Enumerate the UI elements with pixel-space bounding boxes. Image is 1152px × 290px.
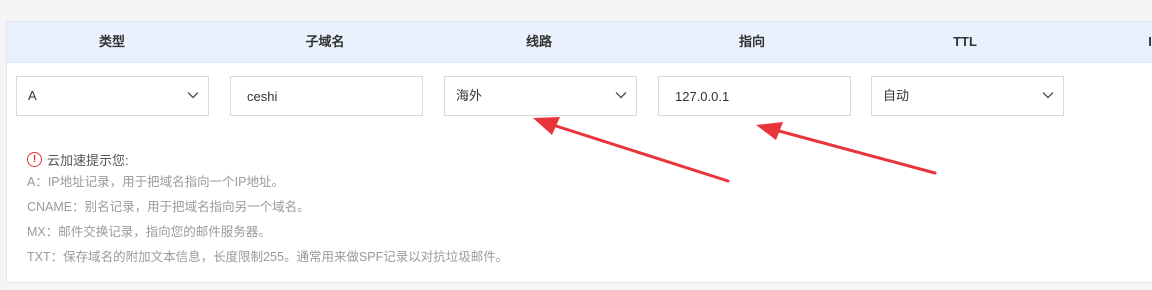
tip-txt-record: TXT：保存域名的附加文本信息，长度限制255。通常用来做SPF记录以对抗垃圾邮…: [27, 250, 509, 264]
column-header-partial: I: [1148, 34, 1152, 49]
exclamation-circle-icon: !: [27, 151, 42, 167]
tips-title-row: ! 云加速提示您:: [27, 151, 508, 168]
type-select[interactable]: A: [16, 76, 209, 116]
tip-cname-record: CNAME：别名记录，用于把域名指向另一个域名。: [27, 200, 310, 214]
column-header-target: 指向: [738, 34, 765, 49]
ttl-select-value: 自动: [883, 88, 910, 103]
tips-section: ! 云加速提示您: A：IP地址记录，用于把域名指向一个IP地址。 CNAME：…: [27, 151, 508, 270]
tips-title: 云加速提示您:: [47, 152, 129, 168]
column-header-line: 线路: [525, 34, 552, 49]
column-header-ttl: TTL: [953, 34, 977, 49]
line-select-value: 海外: [456, 88, 483, 103]
target-input[interactable]: [658, 76, 851, 116]
subdomain-input[interactable]: [230, 76, 423, 116]
tip-mx-record: MX：邮件交换记录，指向您的邮件服务器。: [27, 225, 271, 239]
tip-a-record: A：IP地址记录，用于把域名指向一个IP地址。: [27, 175, 284, 189]
column-header-subdomain: 子域名: [305, 34, 345, 49]
ttl-select[interactable]: 自动: [871, 76, 1064, 116]
target-field[interactable]: [659, 77, 850, 115]
line-select[interactable]: 海外: [444, 76, 637, 116]
column-header-type: 类型: [98, 34, 125, 49]
type-select-value: A: [28, 88, 37, 103]
chevron-down-icon: [1042, 92, 1054, 99]
tips-list: A：IP地址记录，用于把域名指向一个IP地址。 CNAME：别名记录，用于把域名…: [27, 170, 508, 270]
subdomain-field[interactable]: [231, 77, 422, 115]
table-header-row: 类型 子域名 线路 指向 TTL I: [7, 22, 1152, 63]
chevron-down-icon: [615, 92, 627, 99]
chevron-down-icon: [187, 92, 199, 99]
dns-record-panel: 类型 子域名 线路 指向 TTL I A 海外 自动 ! 云加速提示您: A：I…: [6, 21, 1152, 283]
